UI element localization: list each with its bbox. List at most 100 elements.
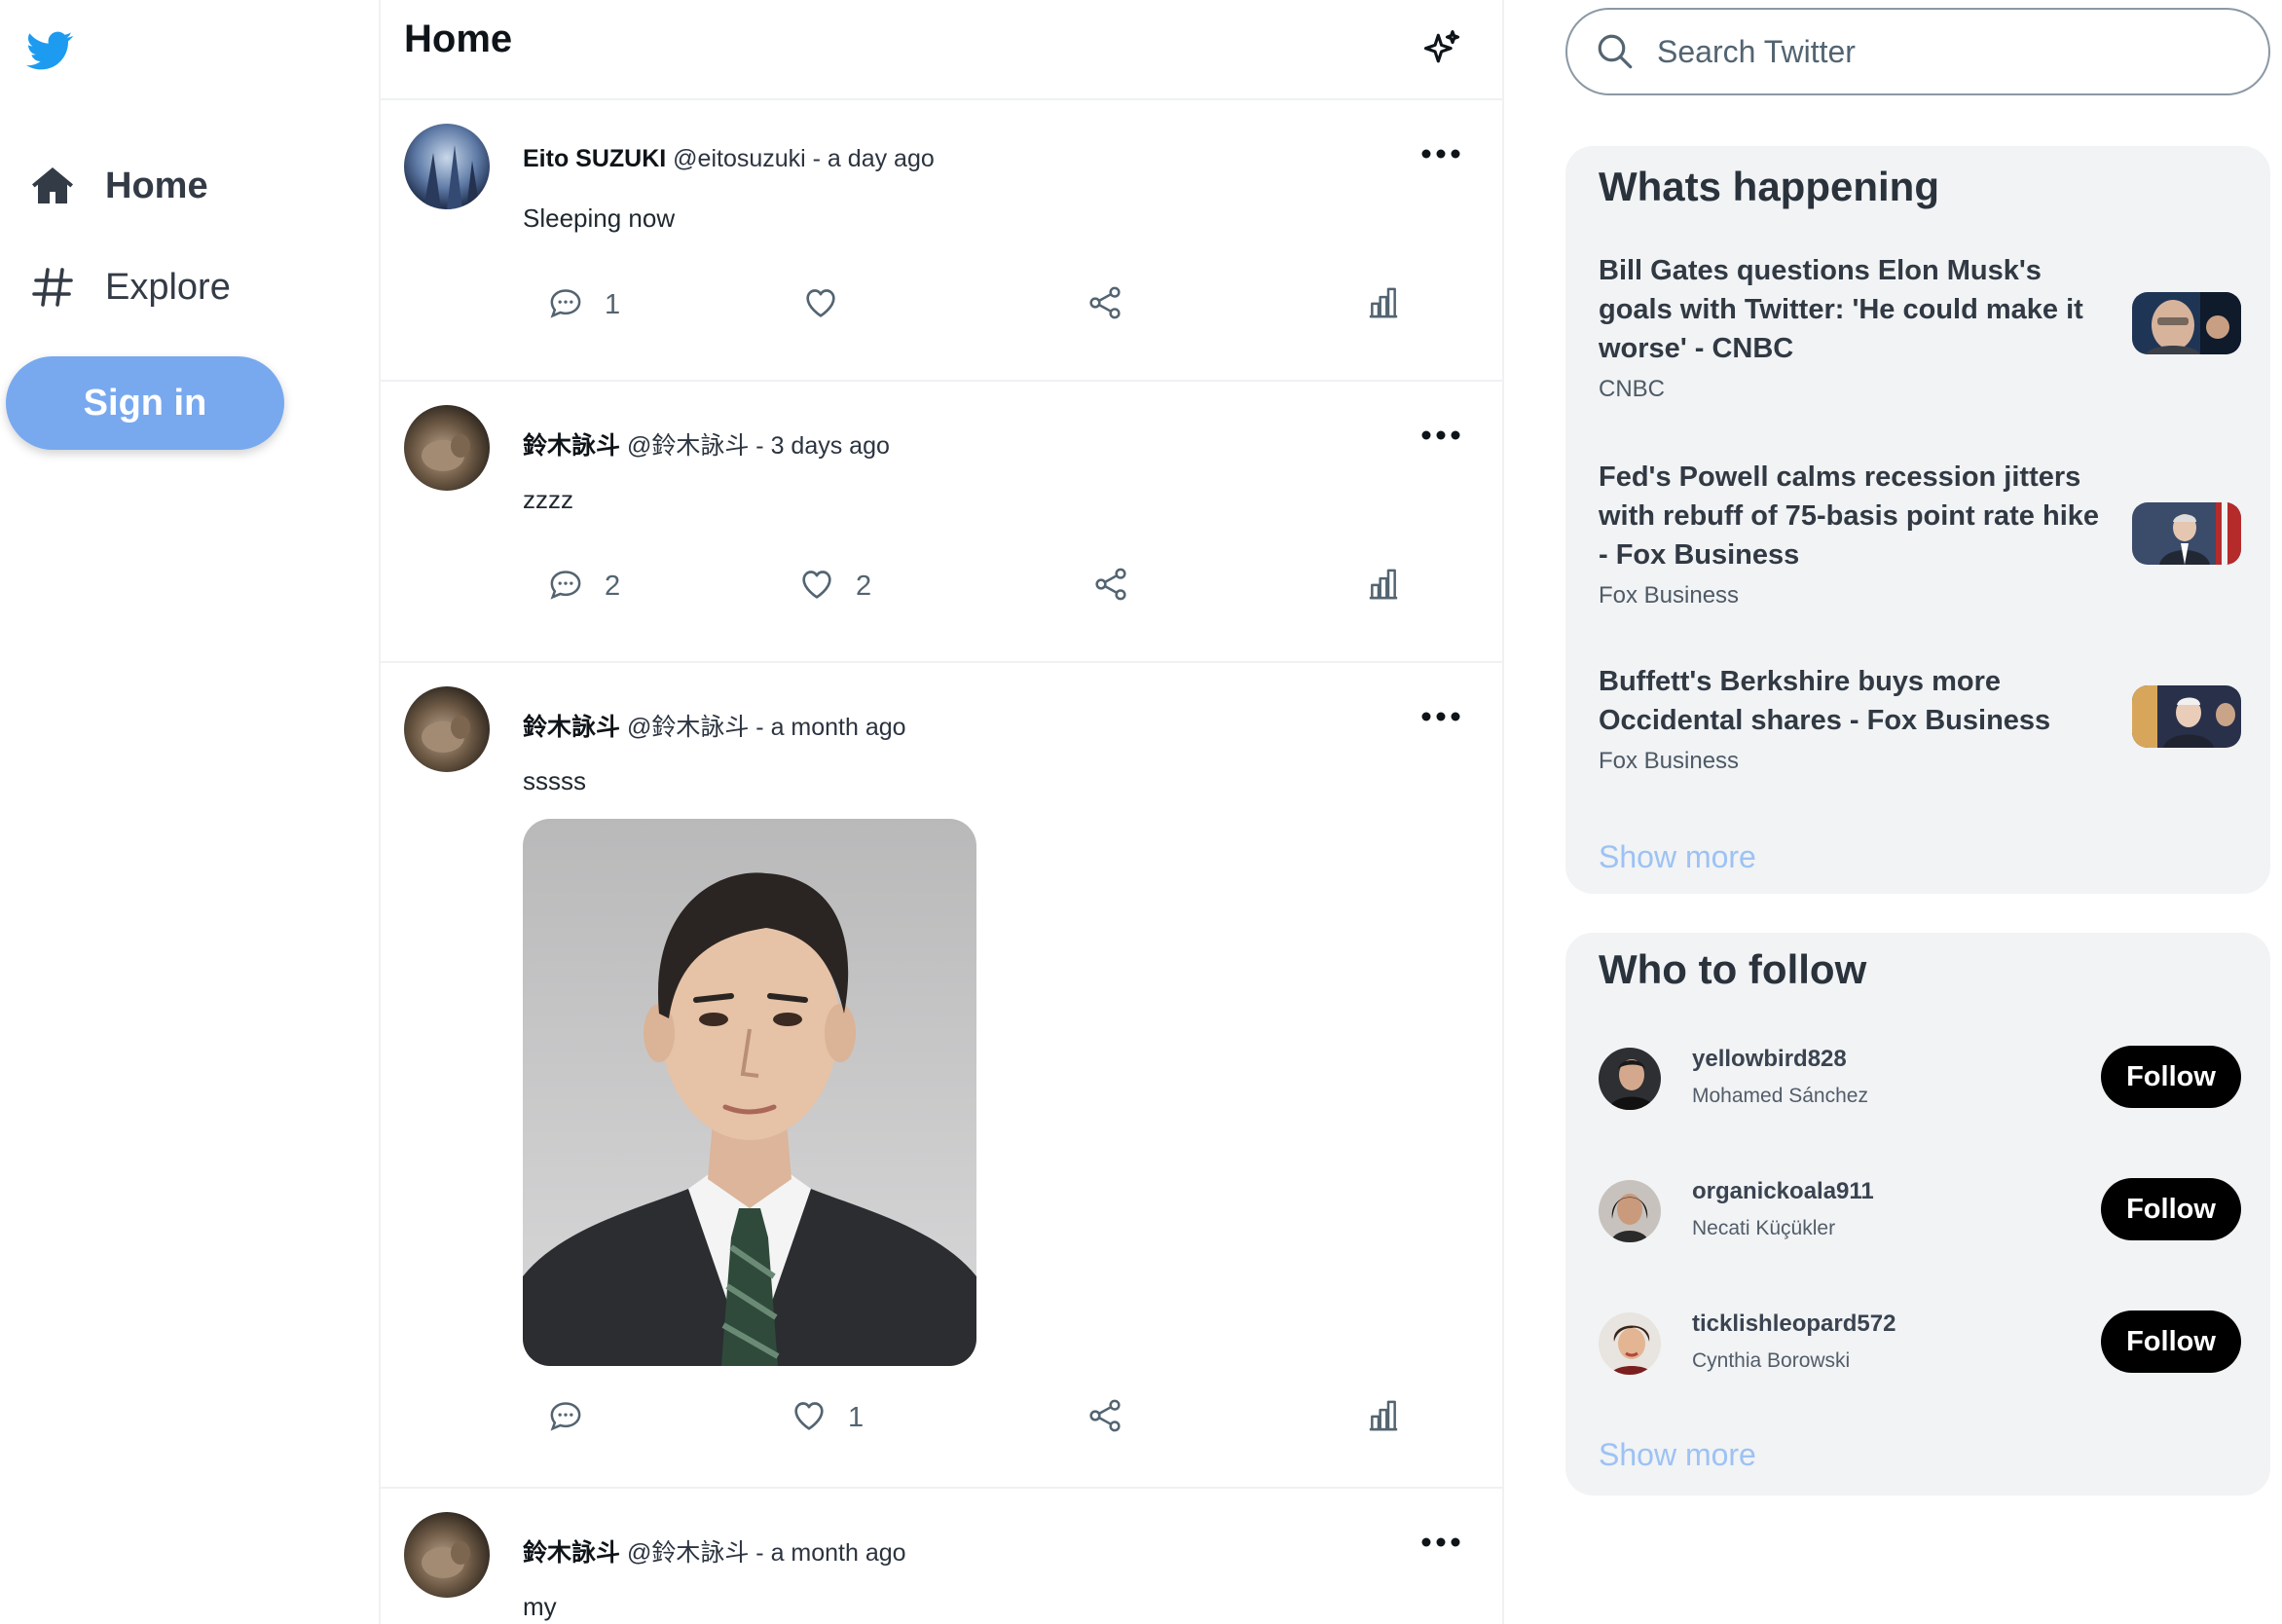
follow-button[interactable]: Follow: [2101, 1310, 2241, 1373]
reply-button[interactable]: 1: [546, 280, 620, 329]
more-options-icon[interactable]: [1417, 139, 1465, 168]
follow-suggestion[interactable]: ticklishleopard572 Cynthia Borowski Foll…: [1599, 1309, 2241, 1381]
tweet[interactable]: 鈴木詠斗 @鈴木詠斗 - a month ago sssss 1: [381, 663, 1502, 1489]
tweet-actions: 1: [523, 280, 1463, 329]
stats-button[interactable]: [1364, 280, 1403, 329]
more-options-icon[interactable]: [1417, 702, 1465, 731]
reply-button[interactable]: [546, 1393, 605, 1442]
twitter-logo-icon[interactable]: [23, 27, 76, 74]
trend-source: Fox Business: [1599, 582, 1740, 609]
nav-explore[interactable]: Explore: [29, 253, 231, 321]
follow-button[interactable]: Follow: [2101, 1178, 2241, 1240]
tweet-text: Sleeping now: [523, 203, 676, 233]
tweet[interactable]: 鈴木詠斗 @鈴木詠斗 - a month ago my: [381, 1489, 1502, 1624]
like-button[interactable]: 1: [790, 1393, 864, 1442]
tweet-author-name[interactable]: 鈴木詠斗: [523, 714, 620, 741]
follow-display-name: Mohamed Sánchez: [1692, 1085, 1868, 1107]
share-icon: [1086, 1396, 1124, 1440]
avatar[interactable]: [404, 1512, 490, 1598]
tweet-meta: @鈴木詠斗 - a month ago: [626, 1539, 906, 1567]
tweet-text: my: [523, 1592, 557, 1621]
reply-icon: [546, 1396, 585, 1440]
stats-button[interactable]: [1364, 1393, 1403, 1442]
like-button[interactable]: [801, 280, 860, 329]
trend-title: Buffett's Berkshire buys more Occidental…: [1599, 666, 2051, 736]
tweet-text: zzzz: [523, 485, 573, 514]
sign-in-button[interactable]: Sign in: [6, 356, 284, 450]
more-options-icon[interactable]: [1417, 421, 1465, 450]
reply-icon: [546, 565, 585, 609]
share-button[interactable]: [1086, 1393, 1124, 1442]
avatar[interactable]: [1599, 1048, 1661, 1110]
follow-display-name: Necati Küçükler: [1692, 1217, 1836, 1239]
trend-thumbnail: [2132, 292, 2241, 354]
tweet-meta: @鈴木詠斗 - 3 days ago: [626, 432, 890, 460]
tweet-author-name[interactable]: 鈴木詠斗: [523, 432, 620, 460]
heart-icon: [797, 565, 836, 609]
reply-button[interactable]: 2: [546, 562, 620, 610]
follow-display-name: Cynthia Borowski: [1692, 1349, 1851, 1372]
tweet-meta: @鈴木詠斗 - a month ago: [626, 714, 906, 741]
feed-header: Home: [381, 0, 1502, 100]
reply-icon: [546, 283, 585, 327]
trend-item[interactable]: Bill Gates questions Elon Musk's goals w…: [1599, 251, 2241, 403]
trend-item[interactable]: Buffett's Berkshire buys more Occidental…: [1599, 662, 2241, 775]
stats-button[interactable]: [1364, 562, 1403, 610]
tweet-meta: @eitosuzuki - a day ago: [673, 145, 935, 172]
avatar[interactable]: [404, 124, 490, 209]
home-feed: Home Eito SUZUKI @eitosuzuki - a day ago…: [379, 0, 1504, 1624]
hashtag-icon: [29, 264, 76, 311]
trends-show-more-link[interactable]: Show more: [1599, 839, 1756, 875]
bar-chart-icon: [1364, 565, 1403, 609]
tweet-photo[interactable]: [523, 819, 976, 1366]
search-input[interactable]: [1657, 33, 2202, 70]
avatar[interactable]: [1599, 1180, 1661, 1242]
tweet-header: 鈴木詠斗 @鈴木詠斗 - 3 days ago: [523, 426, 890, 461]
more-options-icon[interactable]: [1417, 1528, 1465, 1557]
search-bar[interactable]: [1565, 8, 2270, 95]
page-title: Home: [404, 18, 513, 60]
tweet[interactable]: 鈴木詠斗 @鈴木詠斗 - 3 days ago zzzz 2 2: [381, 382, 1502, 663]
trend-source: Fox Business: [1599, 748, 1740, 774]
tweet-header: 鈴木詠斗 @鈴木詠斗 - a month ago: [523, 708, 906, 743]
panel-title: Whats happening: [1599, 164, 1939, 209]
heart-icon: [801, 283, 840, 327]
follow-button[interactable]: Follow: [2101, 1046, 2241, 1108]
trend-source: CNBC: [1599, 376, 1666, 402]
search-icon: [1595, 31, 1636, 72]
share-button[interactable]: [1091, 562, 1130, 610]
tweet-author-name[interactable]: 鈴木詠斗: [523, 1539, 620, 1567]
tweet-header: Eito SUZUKI @eitosuzuki - a day ago: [523, 145, 935, 173]
share-icon: [1086, 283, 1124, 327]
reply-count: 1: [605, 288, 621, 320]
like-button[interactable]: 2: [797, 562, 871, 610]
tweet-actions: 2 2: [523, 562, 1463, 610]
trend-thumbnail: [2132, 502, 2241, 565]
bar-chart-icon: [1364, 283, 1403, 327]
follow-handle: ticklishleopard572: [1692, 1310, 1896, 1337]
left-sidebar: Home Explore Sign in: [0, 0, 379, 1624]
trend-title: Bill Gates questions Elon Musk's goals w…: [1599, 255, 2083, 364]
share-icon: [1091, 565, 1130, 609]
nav-home[interactable]: Home: [29, 152, 208, 220]
follow-show-more-link[interactable]: Show more: [1599, 1437, 1756, 1473]
avatar[interactable]: [404, 405, 490, 491]
avatar[interactable]: [1599, 1312, 1661, 1375]
sparkle-icon[interactable]: [1420, 27, 1463, 70]
heart-icon: [790, 1396, 828, 1440]
nav-home-label: Home: [105, 165, 208, 206]
tweet-actions: 1: [523, 1393, 1463, 1442]
tweet-header: 鈴木詠斗 @鈴木詠斗 - a month ago: [523, 1533, 906, 1569]
follow-suggestion[interactable]: yellowbird828 Mohamed Sánchez Follow: [1599, 1044, 2241, 1116]
reply-count: 2: [605, 570, 621, 602]
like-count: 2: [856, 570, 872, 602]
follow-handle: organickoala911: [1692, 1178, 1874, 1204]
tweet-author-name[interactable]: Eito SUZUKI: [523, 145, 666, 172]
share-button[interactable]: [1086, 280, 1124, 329]
tweet-text: sssss: [523, 766, 586, 795]
avatar[interactable]: [404, 686, 490, 772]
follow-suggestion[interactable]: organickoala911 Necati Küçükler Follow: [1599, 1176, 2241, 1248]
trend-item[interactable]: Fed's Powell calms recession jitters wit…: [1599, 458, 2241, 609]
tweet[interactable]: Eito SUZUKI @eitosuzuki - a day ago Slee…: [381, 100, 1502, 382]
panel-title: Who to follow: [1599, 946, 1867, 992]
